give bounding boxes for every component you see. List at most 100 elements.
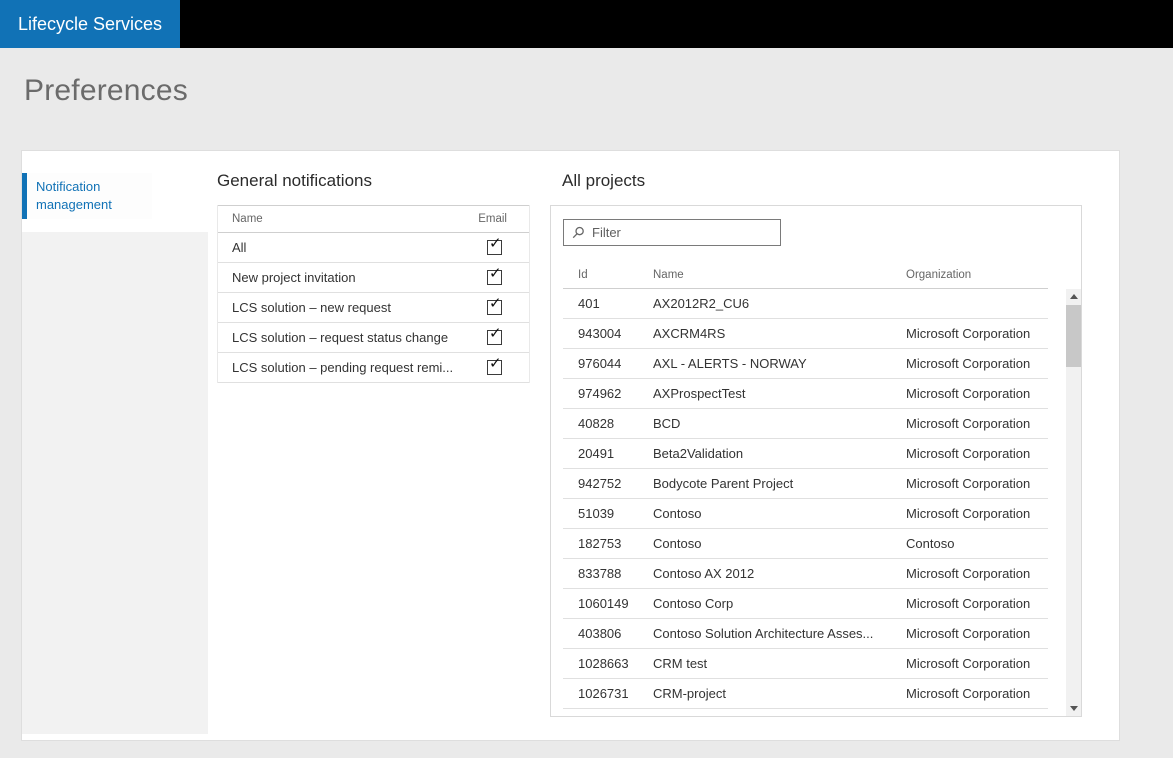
project-name: Contoso [653, 536, 906, 551]
project-id: 1026731 [578, 686, 653, 701]
notification-name: LCS solution – new request [232, 300, 391, 315]
scroll-down-icon [1070, 706, 1078, 711]
project-row[interactable]: 40828 BCD Microsoft Corporation [563, 409, 1048, 439]
app-title[interactable]: Lifecycle Services [0, 0, 180, 48]
notification-name: All [232, 240, 246, 255]
notification-row[interactable]: All ✓ [218, 233, 529, 263]
sidebar-item-label: Notification management [36, 179, 112, 212]
check-icon: ✓ [489, 236, 502, 251]
project-row[interactable]: 1026731 CRM-project Microsoft Corporatio… [563, 679, 1048, 709]
notification-row[interactable]: LCS solution – pending request remi... ✓ [218, 353, 529, 383]
project-id: 833788 [578, 566, 653, 581]
project-row[interactable]: 51039 Contoso Microsoft Corporation [563, 499, 1048, 529]
project-row[interactable]: 974962 AXProspectTest Microsoft Corporat… [563, 379, 1048, 409]
sidebar-background [22, 232, 208, 734]
project-id: 942752 [578, 476, 653, 491]
sidebar-item-notification-management[interactable]: Notification management [22, 173, 152, 219]
project-row[interactable]: 20491 Beta2Validation Microsoft Corporat… [563, 439, 1048, 469]
email-checkbox[interactable]: ✓ [487, 240, 502, 255]
project-row[interactable]: 1028663 CRM test Microsoft Corporation [563, 649, 1048, 679]
project-row[interactable]: 942752 Bodycote Parent Project Microsoft… [563, 469, 1048, 499]
project-name: Contoso Solution Architecture Asses... [653, 626, 906, 641]
column-header-name[interactable]: Name [653, 269, 906, 281]
project-id: 403806 [578, 626, 653, 641]
project-row[interactable]: 401 AX2012R2_CU6 [563, 289, 1048, 319]
all-projects-heading: All projects [562, 171, 1082, 191]
project-organization: Microsoft Corporation [906, 686, 1048, 701]
top-bar-spacer [180, 0, 1173, 48]
project-organization: Microsoft Corporation [906, 446, 1048, 461]
project-organization: Microsoft Corporation [906, 476, 1048, 491]
notification-name: New project invitation [232, 270, 356, 285]
project-organization: Microsoft Corporation [906, 416, 1048, 431]
project-id: 51039 [578, 506, 653, 521]
project-row[interactable]: 833788 Contoso AX 2012 Microsoft Corpora… [563, 559, 1048, 589]
project-row[interactable]: 182753 Contoso Contoso [563, 529, 1048, 559]
column-header-email: Email [478, 213, 507, 225]
scroll-down-button[interactable] [1066, 701, 1081, 716]
projects-table: Id Name Organization 401 AX2012R2_CU6 94… [563, 261, 1048, 709]
sidebar: Notification management [22, 151, 208, 740]
search-icon [572, 226, 585, 239]
check-icon: ✓ [489, 266, 502, 281]
project-name: AXL - ALERTS - NORWAY [653, 356, 906, 371]
project-row[interactable]: 403806 Contoso Solution Architecture Ass… [563, 619, 1048, 649]
project-name: Beta2Validation [653, 446, 906, 461]
notification-row[interactable]: LCS solution – request status change ✓ [218, 323, 529, 353]
page-title: Preferences [24, 73, 1173, 109]
project-id: 943004 [578, 326, 653, 341]
check-icon: ✓ [489, 296, 502, 311]
project-organization: Contoso [906, 536, 1048, 551]
project-organization: Microsoft Corporation [906, 506, 1048, 521]
project-organization: Microsoft Corporation [906, 386, 1048, 401]
project-row[interactable]: 1060149 Contoso Corp Microsoft Corporati… [563, 589, 1048, 619]
project-organization: Microsoft Corporation [906, 626, 1048, 641]
general-notifications-heading: General notifications [217, 171, 530, 191]
check-icon: ✓ [489, 326, 502, 341]
filter-box [563, 219, 781, 246]
top-bar: Lifecycle Services [0, 0, 1173, 48]
project-row[interactable]: 976044 AXL - ALERTS - NORWAY Microsoft C… [563, 349, 1048, 379]
project-name: Contoso AX 2012 [653, 566, 906, 581]
project-organization: Microsoft Corporation [906, 566, 1048, 581]
notification-row[interactable]: LCS solution – new request ✓ [218, 293, 529, 323]
project-name: CRM-project [653, 686, 906, 701]
project-name: AXProspectTest [653, 386, 906, 401]
notifications-table: Name Email All ✓ New project invitation … [217, 205, 530, 383]
project-name: BCD [653, 416, 906, 431]
scroll-up-button[interactable] [1066, 289, 1081, 304]
project-id: 1028663 [578, 656, 653, 671]
project-id: 182753 [578, 536, 653, 551]
email-checkbox[interactable]: ✓ [487, 270, 502, 285]
email-checkbox[interactable]: ✓ [487, 330, 502, 345]
column-header-organization[interactable]: Organization [906, 269, 1048, 281]
project-id: 974962 [578, 386, 653, 401]
scrollbar-thumb[interactable] [1066, 305, 1081, 367]
project-organization: Microsoft Corporation [906, 596, 1048, 611]
all-projects-section: All projects Id Name Organization [550, 171, 1082, 740]
general-notifications-section: General notifications Name Email All ✓ N… [217, 171, 530, 740]
column-header-id[interactable]: Id [578, 269, 653, 281]
projects-panel: Id Name Organization 401 AX2012R2_CU6 94… [550, 205, 1082, 717]
project-id: 20491 [578, 446, 653, 461]
filter-input[interactable] [592, 225, 772, 240]
notification-name: LCS solution – request status change [232, 330, 448, 345]
project-name: Contoso Corp [653, 596, 906, 611]
project-name: AXCRM4RS [653, 326, 906, 341]
notifications-table-header: Name Email [218, 205, 529, 233]
preferences-card: Notification management General notifica… [21, 150, 1120, 741]
scroll-up-icon [1070, 294, 1078, 299]
email-checkbox[interactable]: ✓ [487, 300, 502, 315]
email-checkbox[interactable]: ✓ [487, 360, 502, 375]
project-organization: Microsoft Corporation [906, 326, 1048, 341]
notification-row[interactable]: New project invitation ✓ [218, 263, 529, 293]
project-id: 976044 [578, 356, 653, 371]
notification-name: LCS solution – pending request remi... [232, 360, 453, 375]
projects-scrollbar[interactable] [1066, 289, 1081, 716]
projects-table-header: Id Name Organization [563, 261, 1048, 289]
project-row[interactable]: 943004 AXCRM4RS Microsoft Corporation [563, 319, 1048, 349]
project-name: AX2012R2_CU6 [653, 296, 906, 311]
column-header-name: Name [232, 213, 263, 225]
content-area: General notifications Name Email All ✓ N… [208, 151, 1119, 740]
check-icon: ✓ [489, 356, 502, 371]
